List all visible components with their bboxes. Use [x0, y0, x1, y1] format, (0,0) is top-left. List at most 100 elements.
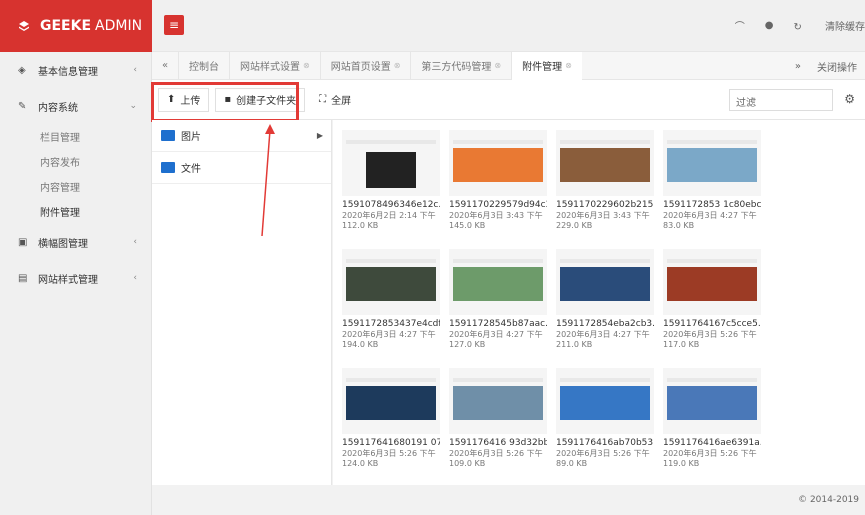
sidebar-subitem-publish[interactable]: 内容发布 [0, 149, 151, 174]
tab-attachments[interactable]: 附件管理 ⊗ [511, 51, 582, 80]
thumbnail-header [346, 259, 436, 263]
file-thumbnail[interactable] [449, 130, 547, 196]
file-card[interactable]: 1591172854eba2cb3... 2020年6月3日 4:27 下午 211… [556, 249, 654, 349]
file-card[interactable]: 15911728545b87aac... 2020年6月3日 4:27 下午 127… [449, 249, 547, 349]
sidebar-subitem-manage[interactable]: 内容管理 [0, 174, 151, 199]
folder-icon [161, 130, 175, 141]
thumbnail-image [453, 148, 543, 182]
thumbnail-image [560, 267, 650, 301]
file-size: 117.0 KB [663, 340, 700, 349]
file-card[interactable]: 159117641680191 07... 2020年6月3日 5:26 下午 12… [342, 368, 440, 468]
file-thumbnail[interactable] [342, 249, 440, 315]
close-operations-button[interactable]: 关闭操作 [809, 59, 865, 74]
file-card[interactable]: 15911764167c5cce5... 2020年6月3日 5:26 下午 117… [663, 249, 761, 349]
file-thumbnail[interactable] [556, 249, 654, 315]
caret-right-icon: ▶ [316, 131, 323, 140]
file-thumbnail[interactable] [449, 368, 547, 434]
file-card[interactable]: 1591172853437e4cdf... 2020年6月3日 4:27 下午 19… [342, 249, 440, 349]
file-date: 2020年6月3日 4:27 下午 [663, 211, 757, 220]
tab-prev-button[interactable]: « [152, 60, 178, 71]
sidebar-item-info[interactable]: ◈ 基本信息管理 ‹ [0, 52, 151, 88]
brand-bold: GEEKE [40, 18, 92, 34]
menu-toggle-button[interactable]: ≡ [164, 15, 184, 35]
thumbnail-header [453, 140, 543, 144]
close-icon[interactable]: ⊗ [394, 61, 401, 70]
sidebar-item-style[interactable]: ▤ 网站样式管理 ‹ [0, 260, 151, 296]
tab-site-style[interactable]: 网站样式设置 ⊗ [229, 51, 320, 80]
tab-console[interactable]: 控制台 [178, 51, 229, 80]
file-card[interactable]: 1591176416 93d32bbf...2020年6月3日 5:26 下午1… [449, 368, 547, 468]
file-size: 109.0 KB [449, 459, 486, 468]
sidebar-item-label: 横幅图管理 [38, 238, 88, 250]
file-date: 2020年6月3日 5:26 下午 [342, 449, 436, 458]
thumbnail-header [453, 259, 543, 263]
file-card[interactable]: 1591078496346e12c... 2020年6月2日 2:14 下午 112… [342, 130, 440, 230]
file-name: 1591176416 93d32bbf... [449, 438, 547, 448]
file-thumbnail[interactable] [663, 368, 761, 434]
chevron-left-icon: ‹ [133, 237, 137, 247]
file-size: 145.0 KB [449, 221, 486, 230]
file-name: 1591170229602b215... [556, 200, 654, 210]
folder-icon [161, 162, 175, 173]
file-thumbnail[interactable] [556, 368, 654, 434]
tab-next-button[interactable]: » [787, 61, 809, 72]
thumbnail-image [346, 267, 436, 301]
tab-home-settings[interactable]: 网站首页设置 ⊗ [319, 51, 411, 80]
file-card[interactable]: 1591172853 1c80ebc... 2020年6月3日 4:27 下午 83… [663, 130, 761, 230]
user-icon[interactable]: ● [765, 20, 774, 31]
tabbar: « 控制台 网站样式设置 ⊗ 网站首页设置 ⊗ 第三方代码管理 ⊗ 附件管理 ⊗ » 关… [152, 51, 865, 80]
file-card[interactable]: 1591170229579d94c3...2020年6月3日 3:43 下午14… [449, 130, 547, 230]
fullscreen-button[interactable]: ⛶ 全屏 [311, 87, 360, 112]
file-name: 1591170229579d94c3... [449, 200, 547, 210]
close-icon[interactable]: ⊗ [303, 61, 310, 70]
file-thumbnail[interactable] [556, 130, 654, 196]
headset-icon[interactable]: ⌒ [735, 18, 745, 33]
sidebar-subitem-attachments[interactable]: 附件管理 [0, 199, 151, 224]
chevron-left-icon: ‹ [133, 273, 137, 283]
layers-icon [19, 21, 29, 31]
file-thumbnail[interactable] [663, 249, 761, 315]
file-size: 83.0 KB [663, 221, 695, 230]
file-thumbnail[interactable] [342, 130, 440, 196]
tab-label: 第三方代码管理 [421, 62, 492, 73]
sidebar-item-banner[interactable]: ▣ 横幅图管理 ‹ [0, 224, 151, 260]
filter-input[interactable]: 过滤 [729, 89, 833, 111]
sidebar-subitem-columns[interactable]: 栏目管理 [0, 124, 151, 149]
thumbnail-header [667, 140, 757, 144]
sidebar-item-content[interactable]: ✎ 内容系统 ⌄ [0, 88, 151, 124]
close-icon[interactable]: ⊗ [494, 61, 501, 70]
fullscreen-label: 全屏 [331, 96, 352, 107]
file-size: 89.0 KB [556, 459, 588, 468]
file-date: 2020年6月3日 5:26 下午 [663, 449, 757, 458]
tab-third-party[interactable]: 第三方代码管理 ⊗ [410, 51, 511, 80]
sidebar-item-label: 内容系统 [38, 102, 78, 114]
folder-label: 图片 [181, 132, 201, 143]
brand-rest: ADMIN [95, 18, 143, 34]
file-card[interactable]: 1591176416ab70b53... 2020年6月3日 5:26 下午 89.… [556, 368, 654, 468]
folder-images[interactable]: 图片 ▶ [152, 120, 331, 152]
thumbnail-image [667, 148, 757, 182]
file-thumbnail[interactable] [342, 368, 440, 434]
thumbnail-header [667, 378, 757, 382]
file-card[interactable]: 1591176416ae6391a... 2020年6月3日 5:26 下午 119… [663, 368, 761, 468]
close-icon[interactable]: ⊗ [565, 61, 572, 70]
folder-label: 文件 [181, 164, 201, 175]
file-thumbnail[interactable] [449, 249, 547, 315]
thumbnail-image [453, 386, 543, 420]
thumbnail-image [560, 386, 650, 420]
file-card[interactable]: 1591170229602b215... 2020年6月3日 3:43 下午 229… [556, 130, 654, 230]
file-thumbnail[interactable] [663, 130, 761, 196]
folder-files[interactable]: 文件 [152, 152, 331, 184]
header: ≡ ⌒ ● ↻ 清除缓存 [152, 0, 865, 52]
file-name: 1591172853437e4cdf... [342, 319, 440, 329]
file-size: 194.0 KB [342, 340, 379, 349]
thumbnail-header [346, 140, 436, 144]
clear-cache-button[interactable]: ↻ 清除缓存 [793, 18, 865, 33]
file-name: 159117641680191 07... [342, 438, 440, 448]
gear-icon[interactable]: ⚙ [844, 92, 855, 106]
info-icon: ◈ [18, 64, 26, 76]
file-date: 2020年6月3日 5:26 下午 [663, 330, 757, 339]
file-size: 119.0 KB [663, 459, 700, 468]
thumbnail-image [453, 267, 543, 301]
file-name: 1591176416ab70b53... [556, 438, 654, 448]
